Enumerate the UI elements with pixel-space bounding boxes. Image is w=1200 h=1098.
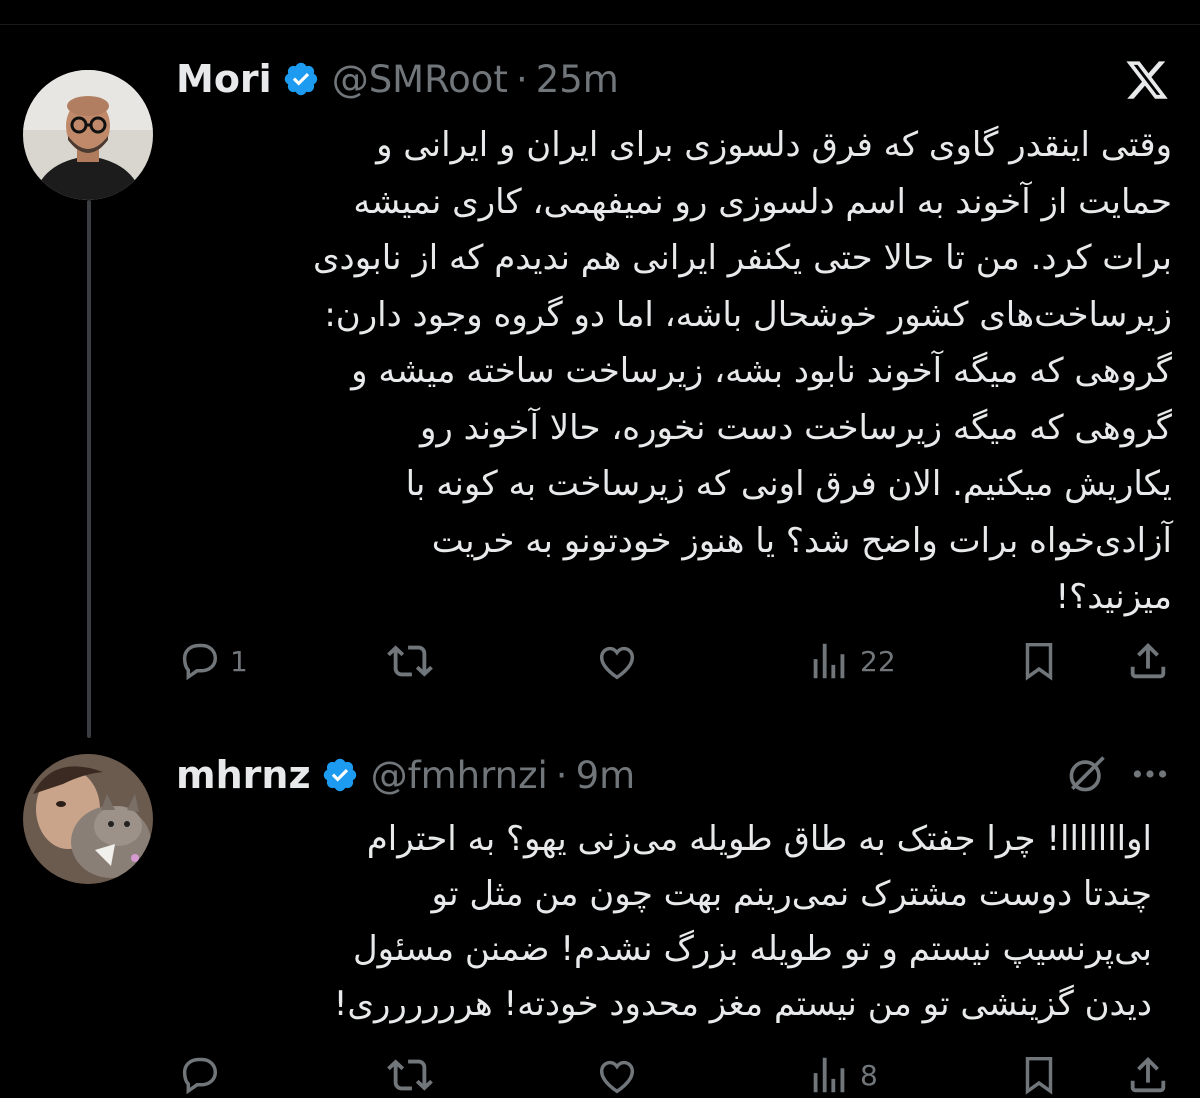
views-icon (813, 643, 845, 679)
reply-icon (182, 1057, 218, 1095)
thread-connector-line (87, 200, 91, 738)
retweet-icon (387, 645, 433, 677)
reply-icon (182, 643, 218, 681)
tweet2-line: بی‌پرنسیپ نیستم و تو طویله بزرگ نشدم! ضم… (352, 929, 1152, 969)
tweet1-line: گروهی که میگه آخوند نابود بشه، زیرساخت س… (351, 351, 1172, 391)
tweet2-reply-button[interactable] (176, 1052, 222, 1098)
tweet2-line: دیدن گزینشی تو من نیستم مغز محدود خودته!… (333, 984, 1152, 1024)
tweet1-handle[interactable]: @SMRoot (332, 58, 508, 101)
bookmark-icon (1025, 642, 1053, 681)
tweet1-line: میزنید؟! (1055, 577, 1172, 617)
tweet2-retweet-button[interactable] (387, 1052, 433, 1098)
tweet2-like-button[interactable] (594, 1052, 640, 1098)
share-icon (1130, 642, 1166, 679)
tweet2-views-count: 8 (860, 1058, 878, 1092)
tweet1-line: آزادی‌خواه برات واضح شد؟ یا هنوز خودتونو… (431, 520, 1172, 561)
tweet1-like-button[interactable] (594, 638, 640, 684)
grok-icon[interactable] (1065, 752, 1109, 796)
top-strip (0, 0, 1200, 25)
tweet1-retweet-button[interactable] (387, 638, 433, 684)
tweet1-share-button[interactable] (1125, 638, 1171, 684)
tweet1-line: وقتی اینقدر گاوی که فرق دلسوزی برای ایرا… (376, 125, 1172, 165)
tweet1-line: حمایت از آخوند به اسم دلسوزی رو نمیفهمی،… (353, 181, 1172, 222)
tweet1-views-button[interactable]: 22 (806, 638, 896, 684)
tweet2-author-name[interactable]: mhrnz (176, 753, 311, 797)
tweet2-share-button[interactable] (1125, 1052, 1171, 1098)
tweet1-line: زیرساخت‌های کشور خوشحال باشه، اما دو گرو… (324, 294, 1172, 335)
tweet1-bookmark-button[interactable] (1016, 638, 1062, 684)
more-icon[interactable] (1128, 756, 1172, 792)
tweet1-line: برات کرد. من تا حالا حتی یکنفر ایرانی هم… (312, 238, 1172, 278)
avatar-mhrnz[interactable] (23, 754, 153, 884)
tweet1-timestamp[interactable]: 25m (536, 58, 619, 101)
avatar-mhrnz-image (23, 754, 153, 884)
like-icon (599, 1060, 635, 1094)
retweet-icon (387, 1059, 433, 1091)
tweet2-handle[interactable]: @fmhrnzi (371, 754, 548, 797)
verified-badge-icon (323, 758, 356, 792)
tweet1-views-count: 22 (860, 644, 896, 678)
tweet1-reply-count: 1 (230, 644, 248, 678)
avatar-mori-image (23, 70, 153, 200)
avatar-mori[interactable] (23, 70, 153, 200)
tweet2-line: اوااااااا! چرا جفتک به طاق طویله می‌زنی … (366, 819, 1152, 859)
tweet2-separator: · (555, 753, 568, 797)
views-icon (813, 1057, 845, 1093)
tweet1-line: یکاریش میکنیم. الان فرق اونی که زیرساخت … (405, 464, 1172, 504)
x-logo-icon[interactable] (1122, 57, 1172, 103)
tweet1-body: وقتی اینقدر گاوی که فرق دلسوزی برای ایرا… (172, 117, 1172, 626)
tweet1-line: گروهی که میگه زیرساخت دست نخوره، حالا آخ… (419, 407, 1172, 448)
verified-badge-icon (284, 62, 317, 96)
tweet1-author-name[interactable]: Mori (176, 57, 272, 101)
tweet2-views-button[interactable]: 8 (806, 1052, 878, 1098)
tweet1-header: Mori @SMRoot · 25m (176, 56, 619, 102)
tweet2-body: اوااااااا! چرا جفتک به طاق طویله می‌زنی … (172, 812, 1152, 1032)
tweet1-reply-button[interactable]: 1 (176, 638, 248, 684)
tweet2-bookmark-button[interactable] (1016, 1052, 1062, 1098)
tweet2-line: چندتا دوست مشترک نمی‌رینم بهت چون من مثل… (431, 874, 1152, 914)
share-icon (1130, 1056, 1166, 1093)
tweet2-header: mhrnz @fmhrnzi · 9m (176, 752, 635, 798)
bookmark-icon (1025, 1056, 1053, 1095)
like-icon (599, 646, 635, 680)
tweet2-timestamp[interactable]: 9m (576, 754, 636, 797)
tweet1-separator: · (515, 57, 528, 101)
